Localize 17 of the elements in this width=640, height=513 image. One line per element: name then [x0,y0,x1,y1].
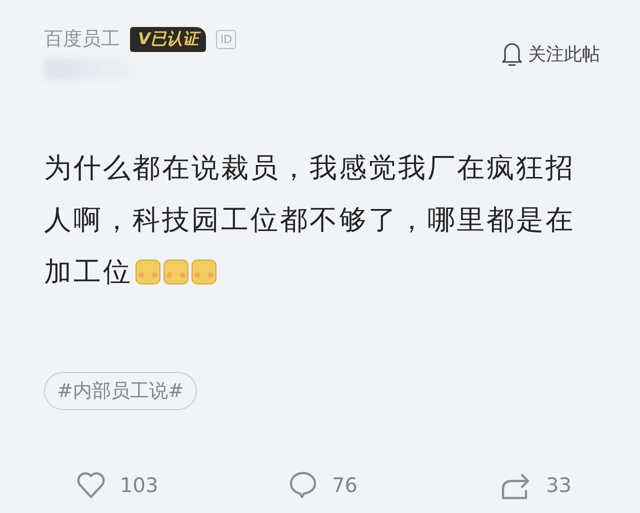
id-tag: ID [216,30,236,48]
bell-icon [500,40,524,68]
post-text-line: 为什么都在说裁员，我感觉我厂在疯狂招 [44,151,575,186]
author-name[interactable]: 百度员工 [44,26,120,52]
post-text-line: 加工位 [44,255,132,290]
post-text-line: 人啊，科技园工位都不够了，哪里都是在 [44,203,575,238]
topic-tag[interactable]: #内部员工说# [44,372,197,410]
comment-count: 76 [332,473,358,497]
follow-button[interactable]: 关注此帖 [500,40,600,68]
emoji-icon [134,259,160,285]
emoji-icon [190,259,216,285]
verified-badge: V已认证 [130,26,206,52]
share-count: 33 [546,473,572,497]
comment-icon [288,470,318,500]
like-count: 103 [120,473,158,497]
heart-icon [76,471,106,499]
emoji-icon [162,259,188,285]
